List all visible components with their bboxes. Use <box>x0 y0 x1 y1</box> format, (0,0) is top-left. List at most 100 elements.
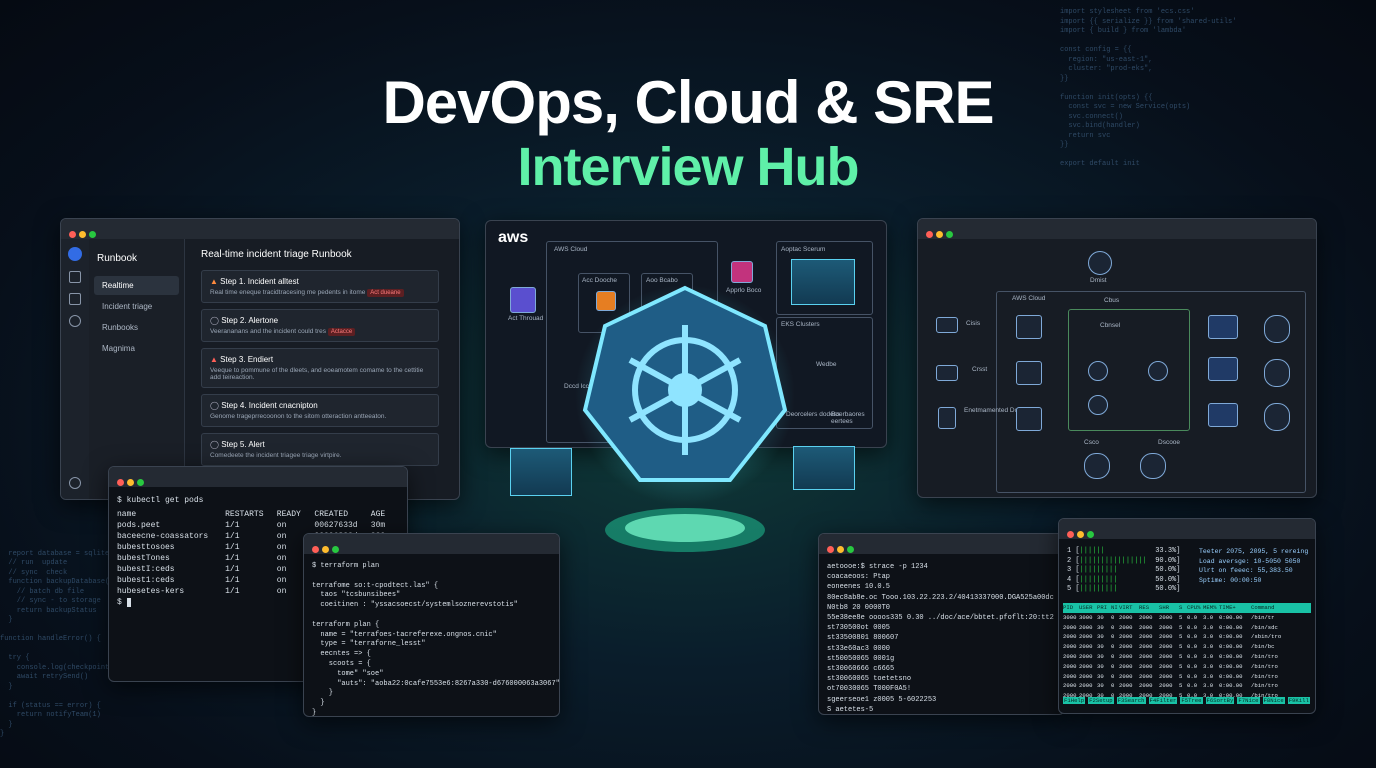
settings-icon[interactable] <box>69 499 81 500</box>
table-cell: 2000 <box>1063 662 1077 670</box>
help-icon[interactable] <box>69 477 81 489</box>
function-key-bar: F1Help F2Setup F3Search F4Filter F5Tree F6Sor… <box>1063 697 1311 704</box>
output-line: aetoooe:$ strace -p 1234 <box>827 563 928 571</box>
step-title: Step 3. Endiert <box>220 355 274 364</box>
kubernetes-logo-icon <box>68 247 82 261</box>
nav-item-runbooks[interactable]: Runbooks <box>94 318 179 337</box>
table-cell: 0.0 <box>1187 613 1198 621</box>
table-cell: 2000 <box>1159 682 1173 690</box>
dashboard-icon[interactable] <box>69 271 81 283</box>
table-cell: 2000 <box>1119 682 1133 690</box>
htop-terminal[interactable]: 1 [|||||| 33.3%] 2 [|||||||||||||||| 90.0… <box>1058 518 1316 714</box>
cpu-bar: ||||||||| <box>1079 566 1156 574</box>
minimize-button[interactable] <box>127 479 134 486</box>
close-button[interactable] <box>312 546 319 553</box>
table-cell: 2000 <box>1079 662 1093 670</box>
table-cell: MEM% <box>1203 604 1217 611</box>
minimize-button[interactable] <box>322 546 329 553</box>
cpu-meter: 2 [|||||||||||||||| 90.0%] <box>1067 557 1197 567</box>
maximize-button[interactable] <box>1087 531 1094 538</box>
close-button[interactable] <box>827 546 834 553</box>
function-key[interactable]: F7Nice <box>1237 697 1260 704</box>
step-4[interactable]: ◯ Step 4. Incident cnacnipton Genome trag… <box>201 394 439 427</box>
code-line: name = "terrafoes-tacreferexe.ongnos.cni… <box>312 630 497 639</box>
strace-terminal[interactable]: aetoooe:$ strace -p 1234 coacaeoos: Ptap e… <box>818 533 1065 715</box>
maximize-button[interactable] <box>847 546 854 553</box>
table-cell: USER <box>1079 604 1093 611</box>
table-cell: 0.0 <box>1187 633 1198 641</box>
output-line: 55e38ee8e oooos335 0.30 ../doc/ace/bbtet… <box>827 614 1054 623</box>
table-row[interactable]: 3000 3000 30 0 2000 2000 2000 5 0.0 3.0 0:00.00/bi… <box>1063 613 1311 623</box>
function-key[interactable]: F9Kill <box>1287 697 1310 704</box>
table-cell: bubesttosoes <box>117 543 175 552</box>
database-icon <box>1264 315 1290 343</box>
minimize-button[interactable] <box>936 231 943 238</box>
title-bar <box>819 534 1064 554</box>
cpu-meter: 4 [||||||||| 50.0%] <box>1067 576 1197 586</box>
table-row[interactable]: 2000 2000 30 0 2000 2000 2000 5 0.0 3.0 0:00.00/bi… <box>1063 623 1311 633</box>
table-cell: /sbin/tro <box>1251 633 1281 641</box>
runbook-header: Real-time incident triage Runbook <box>201 249 352 260</box>
table-cell: 0 <box>1111 672 1115 680</box>
diagram-label: Wedbe <box>816 361 837 368</box>
table-cell: 3000 <box>1079 613 1093 621</box>
code-line: terraform plan { <box>312 620 380 629</box>
nav-item-realtime[interactable]: Realtime <box>94 276 179 295</box>
function-key[interactable]: F8Nice <box>1262 697 1285 704</box>
table-cell: PID <box>1063 604 1074 611</box>
table-row[interactable]: 2000 2000 30 0 2000 2000 2000 5 0.0 3.0 0:00.00/sb… <box>1063 632 1311 642</box>
step-3[interactable]: ▲ Step 3. Endiert Veeque to pommune of th… <box>201 348 439 388</box>
table-row[interactable]: 2000 2000 30 0 2000 2000 2000 5 0.0 3.0 0:00.00/bi… <box>1063 642 1311 652</box>
function-key[interactable]: F3Search <box>1116 697 1146 704</box>
maximize-button[interactable] <box>89 231 96 238</box>
step-desc: Real time eneque tracidtracesing me pede… <box>210 289 366 296</box>
table-cell: /bin/tro <box>1251 682 1278 690</box>
table-header: name RESTARTS READY CREATED AGE <box>117 509 399 520</box>
function-key[interactable]: F1Help <box>1063 697 1086 704</box>
table-cell: 2000 <box>1079 672 1093 680</box>
maximize-button[interactable] <box>946 231 953 238</box>
terraform-terminal[interactable]: $ terraform plan terrafome so:t-cpodtect… <box>303 533 560 717</box>
close-button[interactable] <box>69 231 76 238</box>
function-key[interactable]: F2Setup <box>1088 697 1114 704</box>
list-icon[interactable] <box>69 293 81 305</box>
table-cell: 5 <box>1179 613 1183 621</box>
cpu-label: 5 [ <box>1067 585 1080 593</box>
nav-item-incident-triage[interactable]: Incident triage <box>94 297 179 316</box>
container-cube-icon <box>510 448 572 496</box>
table-cell: READY <box>276 510 301 519</box>
step-2[interactable]: ◯ Step 2. Alertone Veerananans and the in… <box>201 309 439 342</box>
function-key[interactable]: F6SortBy <box>1205 697 1235 704</box>
minimize-button[interactable] <box>837 546 844 553</box>
close-button[interactable] <box>117 479 124 486</box>
minimize-button[interactable] <box>1077 531 1084 538</box>
bucket-icon <box>1084 453 1110 479</box>
minimize-button[interactable] <box>79 231 86 238</box>
chip-icon <box>1088 361 1108 381</box>
function-key[interactable]: F5Tree <box>1180 697 1203 704</box>
bell-icon[interactable] <box>69 315 81 327</box>
function-key[interactable]: F4Filter <box>1148 697 1178 704</box>
runbook-main: Real-time incident triage Runbook ▲ Step… <box>201 249 439 472</box>
step-1[interactable]: ▲ Step 1. Incident alltest Real time eneq… <box>201 270 439 303</box>
app-name: Runbook <box>97 253 138 264</box>
table-cell: 2000 <box>1119 623 1133 631</box>
table-row[interactable]: 2000 2000 30 0 2000 2000 2000 5 0.0 3.0 0:00.00/bi… <box>1063 652 1311 662</box>
table-cell: S <box>1179 604 1183 611</box>
table-row[interactable]: 2000 2000 30 0 2000 2000 2000 5 0.0 3.0 0:00.00/bi… <box>1063 672 1311 682</box>
close-button[interactable] <box>926 231 933 238</box>
nav-item-magnima[interactable]: Magnima <box>94 339 179 358</box>
code-line: type = "terraforne_lesst" <box>312 640 426 649</box>
table-cell: 0 <box>1111 662 1115 670</box>
icon-sidebar <box>61 239 90 499</box>
status-badge: Actacce <box>327 328 356 336</box>
maximize-button[interactable] <box>137 479 144 486</box>
close-button[interactable] <box>1067 531 1074 538</box>
step-5[interactable]: ◯ Step 5. Alert Comedeete the incident tr… <box>201 433 439 466</box>
table-row[interactable]: 2000 2000 30 0 2000 2000 2000 5 0.0 3.0 0:00.00/bi… <box>1063 681 1311 691</box>
output-line: ot70030065 T000F0A5! <box>827 685 912 694</box>
table-cell: name <box>117 510 137 519</box>
maximize-button[interactable] <box>332 546 339 553</box>
table-row[interactable]: 2000 2000 30 0 2000 2000 2000 5 0.0 3.0 0:00.00/bi… <box>1063 662 1311 672</box>
